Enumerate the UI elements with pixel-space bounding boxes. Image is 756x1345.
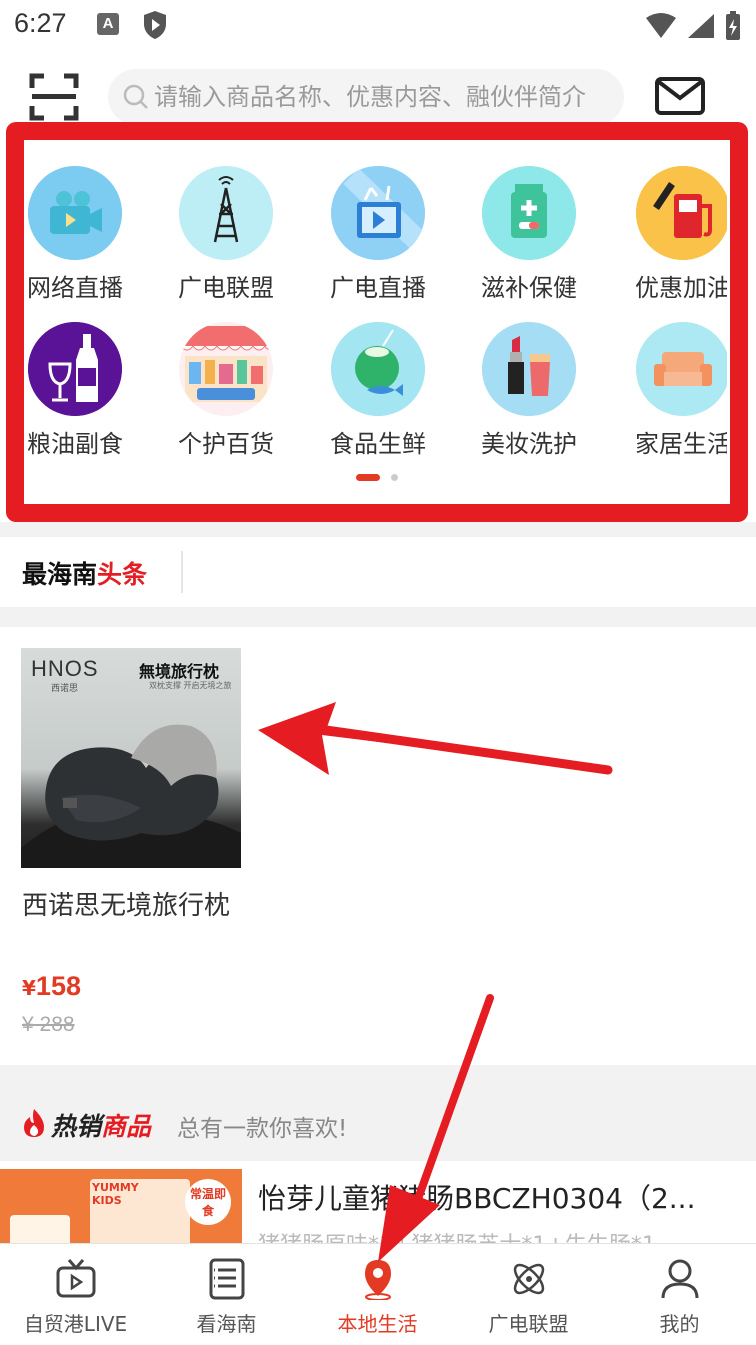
scan-icon xyxy=(29,73,79,121)
scan-button[interactable] xyxy=(28,72,80,122)
category-label: 美妆洗护 xyxy=(481,430,577,458)
product-original-price: ¥ 288 xyxy=(22,1013,75,1036)
category-label: 优惠加油 xyxy=(635,274,727,302)
atom-icon xyxy=(513,1263,545,1295)
lipstick-icon xyxy=(482,322,576,416)
nav-free-trade-live[interactable]: 自贸港LIVE xyxy=(0,1244,151,1345)
section-divider xyxy=(0,522,756,537)
category-label: 网络直播 xyxy=(27,274,123,302)
product-price: ¥158 xyxy=(22,971,81,1001)
flame-icon xyxy=(20,1107,48,1143)
carousel-dot xyxy=(391,474,398,481)
wifi-icon xyxy=(646,13,676,38)
category-broadcast-alliance[interactable]: 广电联盟 xyxy=(156,166,296,303)
package-graphic xyxy=(10,1215,70,1245)
location-pin-icon xyxy=(365,1260,391,1300)
divider xyxy=(181,551,183,593)
carousel-dot-active xyxy=(356,474,380,481)
nav-mine[interactable]: 我的 xyxy=(604,1244,755,1345)
category-home[interactable]: 家居生活 xyxy=(613,322,727,459)
nav-local-life[interactable]: 本地生活 xyxy=(302,1244,453,1345)
product-card[interactable]: HNOS 西诺思 無境旅行枕 双枕支撑 开启无境之旅 西诺思无境旅行枕 ¥158… xyxy=(0,627,756,1065)
nav-label: 我的 xyxy=(659,1312,700,1336)
category-broadcast-live[interactable]: 广电直播 xyxy=(308,166,448,303)
category-health[interactable]: 滋补保健 xyxy=(459,166,599,303)
category-label: 广电联盟 xyxy=(178,274,274,302)
category-label: 个护百货 xyxy=(178,430,274,458)
section-divider xyxy=(0,607,756,627)
category-grain-oil[interactable]: 粮油副食 xyxy=(24,322,145,459)
coconut-fish-icon xyxy=(331,322,425,416)
hot-product-item[interactable]: YUMMY KIDS 常温即食 怡芽儿童猪猪肠BBCZH0304（2... 猪猪… xyxy=(0,1161,756,1245)
package-brand: YUMMY KIDS xyxy=(92,1181,139,1207)
notification-a-icon: A xyxy=(97,13,119,35)
status-bar: 6:27 A xyxy=(0,0,756,52)
category-panel: 网络直播 广电联盟 广电直播 滋补保健 优惠加油 粮油副食 个护百货 食品生鲜 … xyxy=(24,142,727,500)
mail-icon xyxy=(655,77,705,115)
hot-product-name[interactable]: 怡芽儿童猪猪肠BBCZH0304（2... xyxy=(258,1177,696,1217)
product-name[interactable]: 西诺思无境旅行枕 xyxy=(22,883,232,929)
nav-label: 本地生活 xyxy=(337,1312,418,1336)
broadcast-tower-icon xyxy=(179,166,273,260)
category-label: 食品生鲜 xyxy=(330,430,426,458)
category-label: 家居生活 xyxy=(635,430,727,458)
category-fresh-food[interactable]: 食品生鲜 xyxy=(308,322,448,459)
gas-pump-icon xyxy=(636,166,727,260)
bottom-nav: 自贸港LIVE 看海南 本地生活 广电联盟 我的 xyxy=(0,1243,756,1345)
video-camera-icon xyxy=(28,166,122,260)
tv-play-icon xyxy=(331,166,425,260)
search-header xyxy=(0,62,756,134)
hot-product-image[interactable]: YUMMY KIDS 常温即食 xyxy=(0,1169,242,1245)
person-icon xyxy=(661,1259,699,1299)
sofa-icon xyxy=(636,322,727,416)
headline-bar[interactable]: 最海南头条 xyxy=(0,537,756,607)
hot-products-subtitle: 总有一款你喜欢! xyxy=(177,1116,348,1142)
hot-products-title: 热销商品 xyxy=(51,1112,152,1141)
medicine-bottle-icon xyxy=(482,166,576,260)
product-image[interactable]: HNOS 西诺思 無境旅行枕 双枕支撑 开启无境之旅 xyxy=(21,648,241,868)
nav-label: 广电联盟 xyxy=(488,1312,569,1336)
category-label: 广电直播 xyxy=(330,274,426,302)
category-live-stream[interactable]: 网络直播 xyxy=(24,166,145,303)
document-list-icon xyxy=(209,1258,245,1300)
category-label: 粮油副食 xyxy=(27,430,123,458)
status-time: 6:27 xyxy=(14,8,67,38)
nav-label: 看海南 xyxy=(196,1312,257,1336)
category-beauty[interactable]: 美妆洗护 xyxy=(459,322,599,459)
headline-title: 最海南头条 xyxy=(22,560,148,589)
search-icon xyxy=(122,83,150,115)
message-button[interactable] xyxy=(654,76,706,120)
category-label: 滋补保健 xyxy=(481,274,577,302)
battery-icon xyxy=(726,11,740,40)
search-box[interactable] xyxy=(108,69,624,125)
search-input[interactable] xyxy=(154,69,614,125)
status-icons xyxy=(644,10,744,46)
hot-products-header: 热销商品 总有一款你喜欢! xyxy=(0,1085,756,1161)
nav-label: 自贸港LIVE xyxy=(23,1312,128,1336)
tv-icon xyxy=(56,1259,96,1298)
nav-broadcast-alliance[interactable]: 广电联盟 xyxy=(453,1244,604,1345)
nav-see-hainan[interactable]: 看海南 xyxy=(151,1244,302,1345)
package-badge: 常温即食 xyxy=(185,1179,231,1225)
category-fuel[interactable]: 优惠加油 xyxy=(613,166,727,303)
wine-bottle-icon xyxy=(28,322,122,416)
shield-play-icon xyxy=(142,10,168,44)
supermarket-icon xyxy=(179,322,273,416)
pillow-image xyxy=(21,724,241,868)
signal-icon xyxy=(688,14,714,38)
section-divider xyxy=(0,1065,756,1085)
category-personal-care[interactable]: 个护百货 xyxy=(156,322,296,459)
